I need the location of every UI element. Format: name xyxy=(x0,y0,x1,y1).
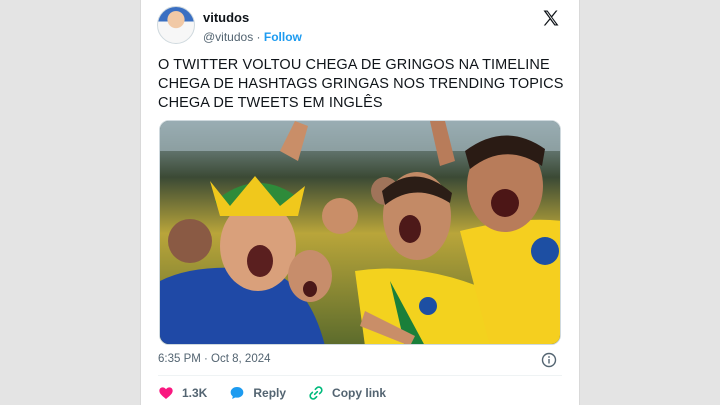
like-button[interactable]: 1.3K xyxy=(158,385,207,401)
tweet-card: vitudos @vitudos · Follow O TWITTER VOLT… xyxy=(140,0,580,405)
display-name[interactable]: vitudos xyxy=(203,10,302,26)
tweet-actions: 1.3K Reply Copy link xyxy=(158,384,408,402)
reply-bubble-icon xyxy=(231,387,244,399)
divider xyxy=(158,375,562,376)
tweet-text-line: O TWITTER VOLTOU CHEGA DE GRINGOS NA TIM… xyxy=(158,57,550,73)
copy-link-button[interactable]: Copy link xyxy=(308,385,386,401)
info-icon[interactable] xyxy=(541,352,557,368)
avatar[interactable] xyxy=(157,6,195,44)
photo-fans-celebrating xyxy=(160,121,560,344)
tweet-text-line: CHEGA DE HASHTAGS GRINGAS NOS TRENDING T… xyxy=(158,76,564,92)
reply-button[interactable]: Reply xyxy=(229,385,286,401)
handle[interactable]: @vitudos xyxy=(203,30,253,44)
tweet-text: O TWITTER VOLTOU CHEGA DE GRINGOS NA TIM… xyxy=(158,56,568,113)
separator: · xyxy=(256,30,261,44)
copy-link-label: Copy link xyxy=(332,386,387,400)
timestamp[interactable]: 6:35 PM · Oct 8, 2024 xyxy=(158,353,271,365)
reply-label: Reply xyxy=(253,386,287,400)
link-icon xyxy=(309,386,323,400)
follow-button[interactable]: Follow xyxy=(264,30,302,44)
tweet-photo[interactable] xyxy=(159,120,561,345)
tweet-header: vitudos @vitudos · Follow xyxy=(157,6,563,48)
like-count: 1.3K xyxy=(182,386,208,400)
x-logo-icon[interactable] xyxy=(541,8,561,28)
author-info: vitudos @vitudos · Follow xyxy=(203,10,302,45)
handle-row: @vitudos · Follow xyxy=(203,29,302,45)
heart-icon xyxy=(159,387,173,399)
tweet-text-line: CHEGA DE TWEETS EM INGLÊS xyxy=(158,95,383,111)
